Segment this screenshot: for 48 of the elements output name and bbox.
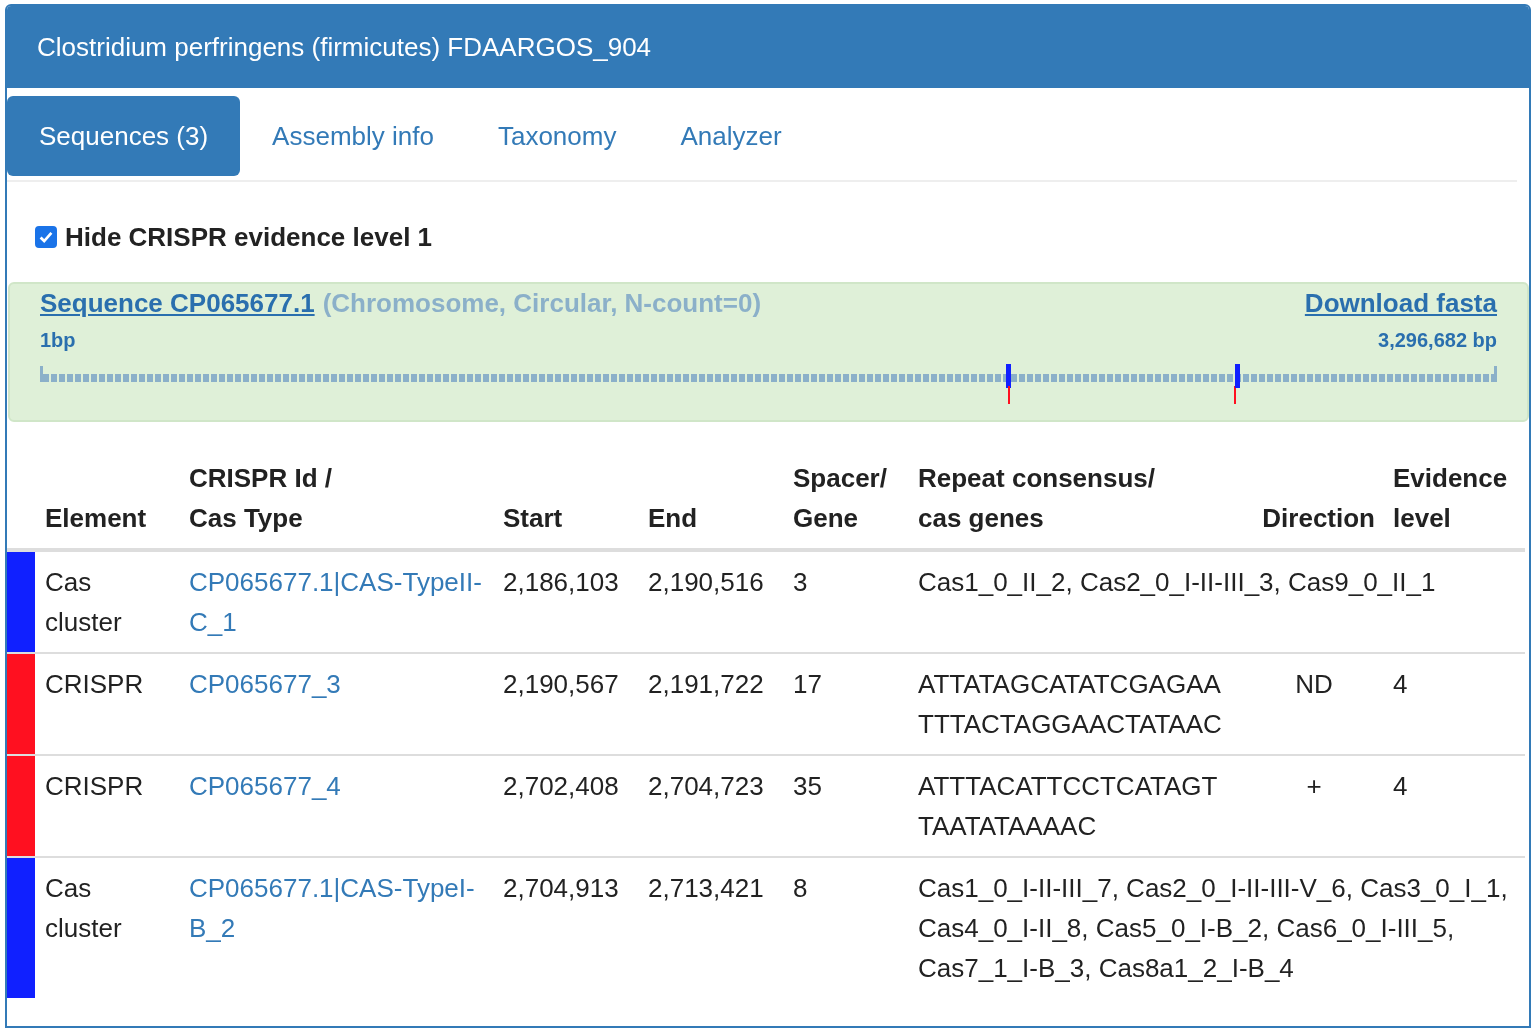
table-cell: 2,704,723 [638,755,783,857]
table-cell: 4 [1383,653,1525,755]
crispr-id-link[interactable]: CP065677.1|CAS-TypeI-B_2 [189,868,485,948]
column-header: Direction [1243,458,1383,550]
column-header: Evidence level [1383,458,1525,550]
table-cell: 4 [1383,755,1525,857]
start-label: 1bp [40,329,76,352]
column-header: End [638,458,783,550]
panel-title: Clostridium perfringens (firmicutes) FDAARGOS_904 [37,31,652,63]
crispr-id-link[interactable]: CP065677_3 [189,664,485,704]
sequence-link[interactable]: Sequence CP065677.1 [40,288,315,318]
table-cell: ATTATAGCATATCGAGAA TTTACTAGGAACTATAAC [908,653,1243,755]
table-cell: 3 [783,550,908,653]
table-cell: Cas1_0_I-II-III_7, Cas2_0_I-II-III-V_6, Cas3_0_I_1, Cas4_0_I-II_8, Cas5_0_I-B_2, Cas6_0_I-III_5, Cas7_1_I-B_3, Cas8a1_2_I-B_4 [908,857,1525,998]
table-cell: 2,190,516 [638,550,783,653]
column-header: Spacer/ Gene [783,458,908,550]
table-cell: Cas cluster [35,550,179,653]
column-header: Element [35,458,179,550]
table-cell: 2,186,103 [493,550,638,653]
checkbox[interactable] [35,226,57,248]
table-cell: Cas cluster [35,857,179,998]
sequence-details: (Chromosome, Circular, N-count=0) [322,288,762,318]
table-cell: + [1243,755,1383,857]
column-header: Repeat consensus/ cas genes [908,458,1243,550]
crispr-id-link[interactable]: CP065677.1|CAS-TypeII-C_1 [189,562,485,642]
table-cell: 17 [783,653,908,755]
table-cell: 35 [783,755,908,857]
column-header: CRISPR Id / Cas Type [179,458,493,550]
table-cell: CRISPR [35,755,179,857]
table-cell: 2,713,421 [638,857,783,998]
table-cell: Cas1_0_II_2, Cas2_0_I-II-III_3, Cas9_0_II_1 [908,550,1525,653]
table-cell: 8 [783,857,908,998]
tab[interactable]: Assembly info [240,96,466,176]
checkbox-label: Hide CRISPR evidence level 1 [65,221,433,253]
table-cell: ND [1243,653,1383,755]
table-cell: 2,190,567 [493,653,638,755]
table-cell: 2,191,722 [638,653,783,755]
tab[interactable]: Taxonomy [465,96,649,176]
tab[interactable]: Sequences (3) [7,96,241,176]
table-cell: ATTTACATTCCTCATAGT TAATATAAAAC [908,755,1243,857]
download-link[interactable]: Download fasta [1304,288,1497,319]
column-header: Start [493,458,638,550]
table-cell: CRISPR [35,653,179,755]
tab[interactable]: Analyzer [648,96,814,176]
table-cell: 2,702,408 [493,755,638,857]
end-label: 3,296,682 bp [1378,329,1497,352]
table-cell: 2,704,913 [493,857,638,998]
crispr-id-link[interactable]: CP065677_4 [189,766,485,806]
